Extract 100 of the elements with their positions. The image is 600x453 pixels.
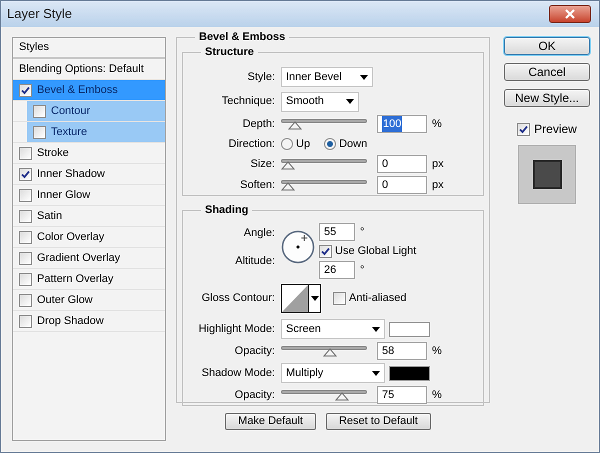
style-list-item[interactable]: Gradient Overlay bbox=[13, 248, 165, 269]
field-label: Size: bbox=[250, 156, 275, 172]
radio-option[interactable]: Up bbox=[281, 136, 310, 152]
slider-thumb[interactable] bbox=[322, 348, 337, 358]
slider-thumb[interactable] bbox=[288, 121, 302, 130]
radio-icon bbox=[324, 138, 336, 150]
field-label: Depth: bbox=[242, 116, 275, 132]
unit-label: % bbox=[432, 116, 442, 132]
caret-icon bbox=[372, 326, 380, 332]
slider[interactable] bbox=[281, 178, 367, 192]
slider[interactable] bbox=[281, 388, 367, 402]
checkbox[interactable] bbox=[319, 244, 332, 258]
checkbox[interactable] bbox=[19, 230, 32, 244]
checkmark-icon bbox=[321, 246, 330, 256]
style-list-item[interactable]: Satin bbox=[13, 206, 165, 227]
dialog-button[interactable]: New Style... bbox=[504, 89, 590, 107]
dropdown[interactable]: Smooth bbox=[281, 92, 359, 112]
slider-thumb[interactable] bbox=[281, 161, 295, 170]
contour-icon bbox=[282, 284, 308, 312]
field-label: Gloss Contour: bbox=[200, 291, 275, 306]
checkbox[interactable] bbox=[19, 314, 32, 328]
dialog-button[interactable]: Reset to Default bbox=[326, 413, 431, 430]
field-label: Angle: bbox=[242, 226, 275, 241]
checkbox[interactable] bbox=[333, 292, 346, 305]
number-field[interactable]: 0 bbox=[377, 155, 427, 174]
unit-label: % bbox=[432, 344, 442, 359]
style-list-item[interactable]: Bevel & Emboss bbox=[13, 80, 165, 101]
field-label: Opacity: bbox=[234, 388, 275, 403]
checkbox[interactable] bbox=[517, 122, 530, 136]
style-list-item[interactable]: Inner Glow bbox=[13, 185, 165, 206]
color-swatch[interactable] bbox=[389, 322, 430, 337]
field-label: Shadow Mode: bbox=[200, 366, 275, 381]
dropdown[interactable]: Multiply bbox=[281, 363, 385, 384]
style-list-item[interactable]: Stroke bbox=[13, 143, 165, 164]
slider[interactable] bbox=[281, 344, 367, 358]
style-list-item[interactable]: Outer Glow bbox=[13, 290, 165, 311]
checkbox-label: Anti-aliased bbox=[349, 291, 406, 306]
caret-icon bbox=[346, 99, 354, 104]
unit-label: px bbox=[432, 156, 444, 172]
close-icon bbox=[565, 9, 575, 19]
number-field[interactable]: 0 bbox=[377, 176, 427, 194]
checkbox[interactable] bbox=[19, 210, 32, 222]
field-label: Altitude: bbox=[234, 254, 275, 268]
style-list-item[interactable]: Inner Shadow bbox=[13, 164, 165, 185]
checkmark-icon bbox=[21, 170, 30, 178]
style-list-item[interactable]: Pattern Overlay bbox=[13, 269, 165, 290]
style-list-item[interactable]: Color Overlay bbox=[13, 227, 165, 248]
contour-picker[interactable] bbox=[281, 284, 321, 313]
checkbox-label: Preview bbox=[534, 121, 577, 138]
number-field[interactable]: 55 bbox=[319, 223, 355, 241]
checkmark-icon bbox=[21, 86, 30, 94]
field-label: Opacity: bbox=[234, 344, 275, 359]
checkbox[interactable] bbox=[19, 84, 32, 96]
checkbox[interactable] bbox=[19, 188, 32, 202]
unit-label: px bbox=[432, 178, 444, 192]
field-label: Style: bbox=[246, 70, 275, 85]
style-list-item[interactable]: Texture bbox=[27, 122, 165, 142]
angle-dial[interactable] bbox=[281, 230, 315, 264]
slider-thumb[interactable] bbox=[335, 392, 349, 401]
dialog-button[interactable]: Make Default bbox=[225, 413, 316, 430]
dialog-button[interactable]: Cancel bbox=[504, 63, 590, 81]
checkbox[interactable] bbox=[33, 104, 46, 118]
window-title: Layer Style bbox=[7, 5, 72, 24]
number-field[interactable]: 100 bbox=[377, 115, 427, 134]
checkbox[interactable] bbox=[19, 252, 32, 264]
group-title: Shading bbox=[201, 203, 252, 217]
list-header: Styles bbox=[13, 38, 165, 59]
field-label: Direction: bbox=[228, 136, 275, 152]
radio-option[interactable]: Down bbox=[324, 136, 368, 152]
unit-label: ° bbox=[360, 262, 364, 278]
caret-icon bbox=[310, 296, 318, 301]
checkmark-icon bbox=[519, 124, 528, 134]
unit-label: ° bbox=[360, 224, 364, 240]
close-button[interactable] bbox=[549, 5, 591, 23]
checkbox[interactable] bbox=[19, 294, 32, 306]
dropdown[interactable]: Screen bbox=[281, 319, 385, 340]
dropdown[interactable]: Inner Bevel bbox=[281, 67, 373, 88]
checkbox[interactable] bbox=[33, 126, 46, 138]
checkbox[interactable] bbox=[19, 272, 32, 286]
checkbox-label: Use Global Light bbox=[335, 244, 416, 259]
caret-icon bbox=[372, 370, 380, 376]
checkbox[interactable] bbox=[19, 146, 32, 160]
style-list-item[interactable]: Drop Shadow bbox=[13, 311, 165, 332]
style-list-item[interactable]: Contour bbox=[27, 101, 165, 121]
number-field[interactable]: 26 bbox=[319, 261, 355, 279]
checkbox[interactable] bbox=[19, 168, 32, 180]
field-label: Technique: bbox=[220, 94, 275, 110]
unit-label: % bbox=[432, 388, 442, 403]
number-field[interactable]: 75 bbox=[377, 386, 427, 404]
slider-thumb[interactable] bbox=[281, 182, 295, 191]
preview-square bbox=[532, 160, 562, 189]
dialog-button[interactable]: OK bbox=[504, 37, 590, 55]
caret-icon bbox=[360, 74, 368, 80]
slider[interactable] bbox=[281, 117, 367, 132]
radio-icon bbox=[281, 138, 293, 150]
slider[interactable] bbox=[281, 157, 367, 172]
color-swatch[interactable] bbox=[389, 366, 430, 381]
field-label: Soften: bbox=[239, 178, 275, 192]
number-field[interactable]: 58 bbox=[377, 342, 427, 360]
field-label: Highlight Mode: bbox=[198, 322, 275, 338]
